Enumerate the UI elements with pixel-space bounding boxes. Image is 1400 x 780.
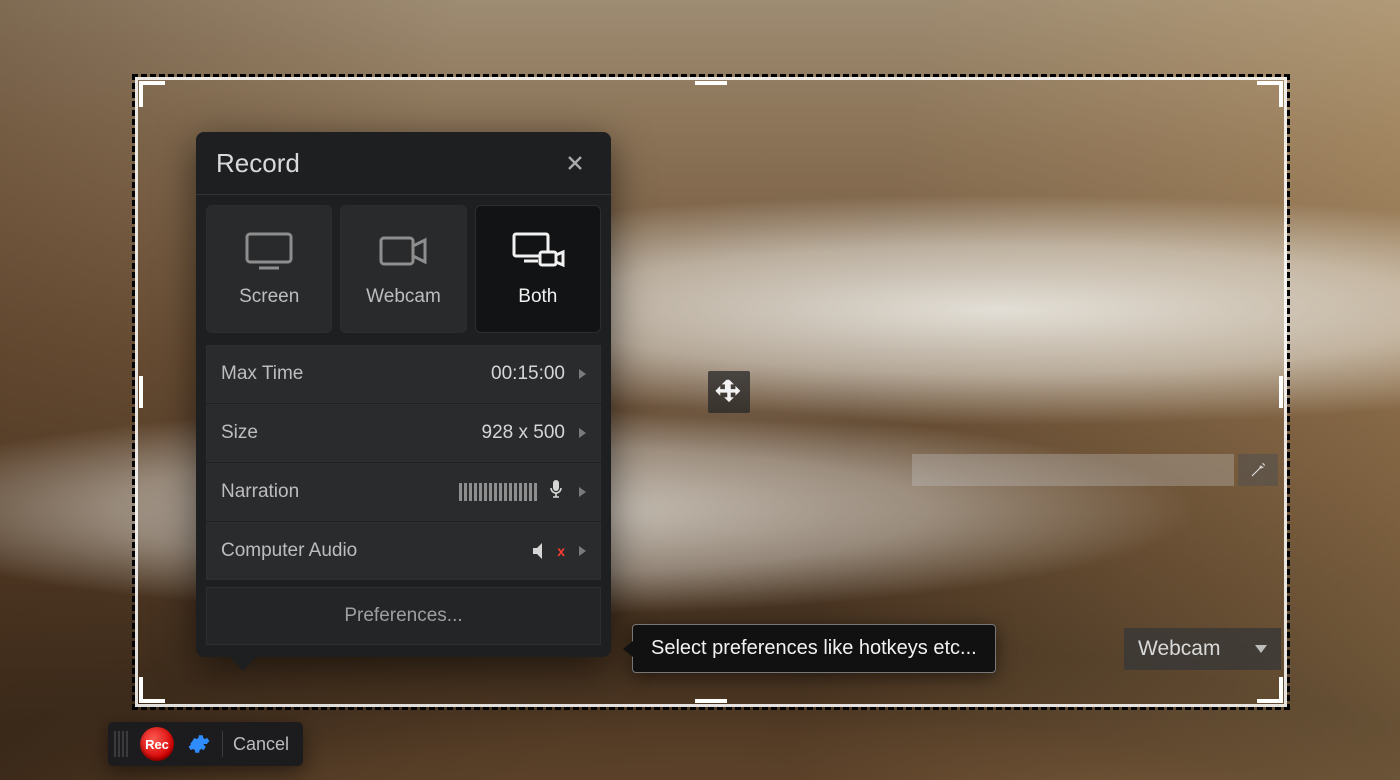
cancel-label: Cancel: [233, 734, 289, 754]
desktop-background: Webcam Record Screen We: [0, 0, 1400, 780]
resize-handle-top[interactable]: [695, 81, 727, 85]
narration-label: Narration: [221, 481, 299, 503]
control-bar[interactable]: Rec Cancel: [108, 722, 303, 766]
resize-handle-left[interactable]: [139, 376, 143, 408]
chevron-right-icon: [579, 428, 586, 438]
row-narration[interactable]: Narration: [206, 463, 601, 521]
webcam-dropdown[interactable]: Webcam: [1124, 628, 1281, 670]
preferences-tooltip: Select preferences like hotkeys etc...: [632, 624, 996, 673]
record-panel: Record Screen Webcam: [196, 132, 611, 657]
chevron-right-icon: [579, 546, 586, 556]
camera-icon: [375, 230, 431, 272]
resize-handle-bottom[interactable]: [695, 699, 727, 703]
resize-handle-bl[interactable]: [139, 677, 165, 703]
resize-handle-tl[interactable]: [139, 81, 165, 107]
screen-camera-icon: [510, 230, 566, 272]
drag-grip[interactable]: [114, 731, 128, 757]
mode-webcam-label: Webcam: [366, 286, 441, 308]
mode-both[interactable]: Both: [475, 205, 601, 333]
size-value: 928 x 500: [482, 422, 565, 444]
webcam-dropdown-label: Webcam: [1138, 637, 1220, 661]
resize-handle-right[interactable]: [1279, 376, 1283, 408]
maxtime-label: Max Time: [221, 363, 303, 385]
settings-button[interactable]: [184, 730, 212, 758]
row-maxtime[interactable]: Max Time 00:15:00: [206, 345, 601, 403]
move-region-handle[interactable]: [708, 371, 750, 413]
audio-label: Computer Audio: [221, 540, 357, 562]
gear-icon: [186, 732, 210, 756]
resize-handle-tr[interactable]: [1257, 81, 1283, 107]
magic-wand-button[interactable]: [1238, 454, 1278, 486]
row-size[interactable]: Size 928 x 500: [206, 404, 601, 462]
mode-both-label: Both: [518, 286, 557, 308]
monitor-icon: [241, 230, 297, 272]
divider: [222, 731, 223, 757]
tooltip-text: Select preferences like hotkeys etc...: [651, 637, 977, 659]
maxtime-value: 00:15:00: [491, 363, 565, 385]
close-button[interactable]: [559, 147, 591, 179]
record-button-label: Rec: [145, 737, 169, 752]
settings-rows: Max Time 00:15:00 Size 928 x 500 Narrati…: [196, 345, 611, 657]
chevron-down-icon: [1255, 645, 1267, 653]
overlay-strip: [912, 454, 1234, 486]
audio-meter: [459, 483, 537, 501]
chevron-right-icon: [579, 487, 586, 497]
size-label: Size: [221, 422, 258, 444]
microphone-icon: [547, 479, 565, 505]
speaker-muted-icon: x: [531, 542, 565, 560]
mode-screen[interactable]: Screen: [206, 205, 332, 333]
record-button[interactable]: Rec: [140, 727, 174, 761]
preferences-button[interactable]: Preferences...: [206, 587, 601, 645]
chevron-right-icon: [579, 369, 586, 379]
row-computer-audio[interactable]: Computer Audio x: [206, 522, 601, 580]
mode-screen-label: Screen: [239, 286, 299, 308]
preferences-label: Preferences...: [344, 605, 462, 627]
mode-webcam[interactable]: Webcam: [340, 205, 466, 333]
panel-header: Record: [196, 132, 611, 195]
resize-handle-br[interactable]: [1257, 677, 1283, 703]
record-mode-tabs: Screen Webcam Both: [196, 195, 611, 345]
panel-title: Record: [216, 148, 300, 179]
cancel-button[interactable]: Cancel: [233, 734, 293, 755]
